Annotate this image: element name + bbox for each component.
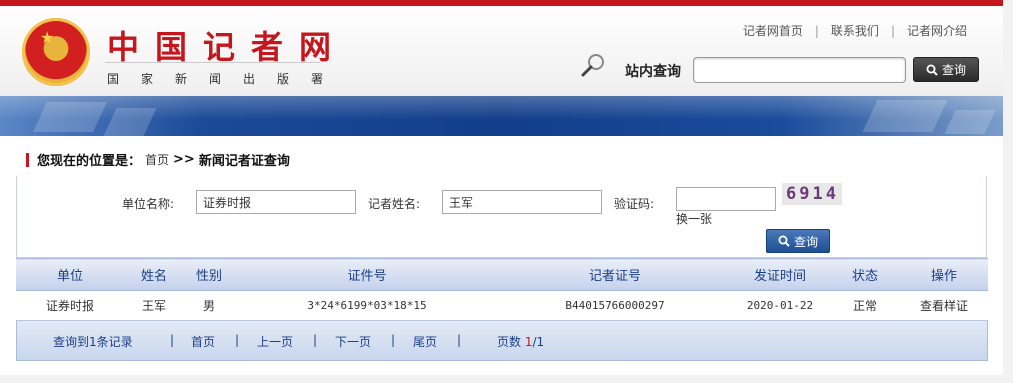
link-about[interactable]: 记者网介绍 (907, 22, 967, 39)
col-header-issue-date: 发证时间 (730, 258, 830, 291)
col-header-status: 状态 (830, 258, 900, 291)
pagination: 查询到1条记录 | 首页 | 上一页 | 下一页 | 尾页 | 页数 1/1 (16, 321, 988, 361)
cell-unit: 证券时报 (16, 290, 124, 321)
col-header-action: 操作 (900, 258, 988, 291)
table-header-row: 单位 姓名 性别 证件号 记者证号 发证时间 状态 操作 (16, 258, 988, 291)
view-sample-link[interactable]: 查看样证 (900, 290, 988, 321)
pager-separator: | (170, 333, 175, 347)
query-button-label: 查询 (793, 234, 818, 249)
pager-separator: | (457, 333, 462, 347)
magnifier-icon (581, 54, 604, 77)
emblem-star-icon: ★ (40, 28, 55, 47)
site-search-input[interactable] (693, 57, 906, 83)
pager-last[interactable]: 尾页 (413, 333, 437, 350)
search-icon (926, 64, 938, 76)
cell-press-card: B44015766000297 (500, 290, 730, 321)
cell-issue-date: 2020-01-22 (730, 290, 830, 321)
cell-gender: 男 (184, 290, 234, 321)
link-contact[interactable]: 联系我们 (831, 22, 879, 39)
link-separator: | (890, 24, 895, 38)
site-search-label: 站内查询 (625, 64, 681, 80)
col-header-id-number: 证件号 (234, 258, 500, 291)
site-search-button-label: 查询 (941, 63, 966, 77)
national-emblem (22, 18, 90, 86)
site-subtitle: 国家新闻出版署 (107, 72, 346, 86)
table-row: 证券时报 王军 男 3*24*6199*03*18*15 B4401576600… (16, 290, 988, 321)
cell-id-number: 3*24*6199*03*18*15 (234, 290, 500, 321)
pager-first[interactable]: 首页 (191, 333, 215, 350)
search-icon (778, 235, 790, 247)
link-separator: | (814, 24, 819, 38)
breadcrumb-home-link[interactable]: 首页 (145, 151, 169, 168)
col-header-name: 姓名 (124, 258, 184, 291)
page-total: /1 (532, 335, 545, 349)
captcha-label: 验证码: (614, 197, 655, 211)
top-links: 记者网首页 | 联系我们 | 记者网介绍 (743, 22, 967, 39)
breadcrumb-current: 新闻记者证查询 (198, 154, 290, 169)
breadcrumb: 您现在的位置是： 首页 >> 新闻记者证查询 (26, 150, 290, 169)
cell-name: 王军 (124, 290, 184, 321)
captcha-image[interactable]: 6914 (782, 183, 842, 205)
results-table: 单位 姓名 性别 证件号 记者证号 发证时间 状态 操作 证券时报 王军 男 3… (16, 258, 988, 321)
pager-next[interactable]: 下一页 (335, 333, 371, 350)
pager-separator: | (235, 333, 240, 347)
pager-prev[interactable]: 上一页 (257, 333, 293, 350)
link-home[interactable]: 记者网首页 (743, 22, 803, 39)
captcha-refresh-link[interactable]: 换一张 (676, 210, 712, 227)
reporter-name-label: 记者姓名: (368, 197, 421, 211)
breadcrumb-marker (26, 152, 29, 167)
page-info: 页数 1/1 (497, 333, 544, 350)
cell-status: 正常 (830, 290, 900, 321)
pager-separator: | (313, 333, 318, 347)
site-search-button[interactable]: 查询 (913, 57, 979, 82)
record-count: 查询到1条记录 (53, 335, 133, 349)
title-divider (105, 62, 320, 63)
unit-name-label: 单位名称: (122, 197, 175, 211)
header: ★ 中国记者网 国家新闻出版署 记者网首页 | 联系我们 | 记者网介绍 站内查询 查询 (0, 6, 1003, 96)
unit-name-input[interactable] (196, 190, 356, 214)
reporter-name-input[interactable] (442, 190, 602, 214)
col-header-unit: 单位 (16, 258, 124, 291)
page-label: 页数 (497, 335, 522, 349)
col-header-gender: 性别 (184, 258, 234, 291)
banner (0, 96, 1003, 136)
col-header-press-card: 记者证号 (500, 258, 730, 291)
breadcrumb-prefix: 您现在的位置是： (37, 154, 142, 169)
pager-separator: | (391, 333, 396, 347)
query-button[interactable]: 查询 (766, 229, 830, 253)
breadcrumb-arrow: >> (173, 152, 195, 167)
captcha-input[interactable] (676, 187, 776, 211)
